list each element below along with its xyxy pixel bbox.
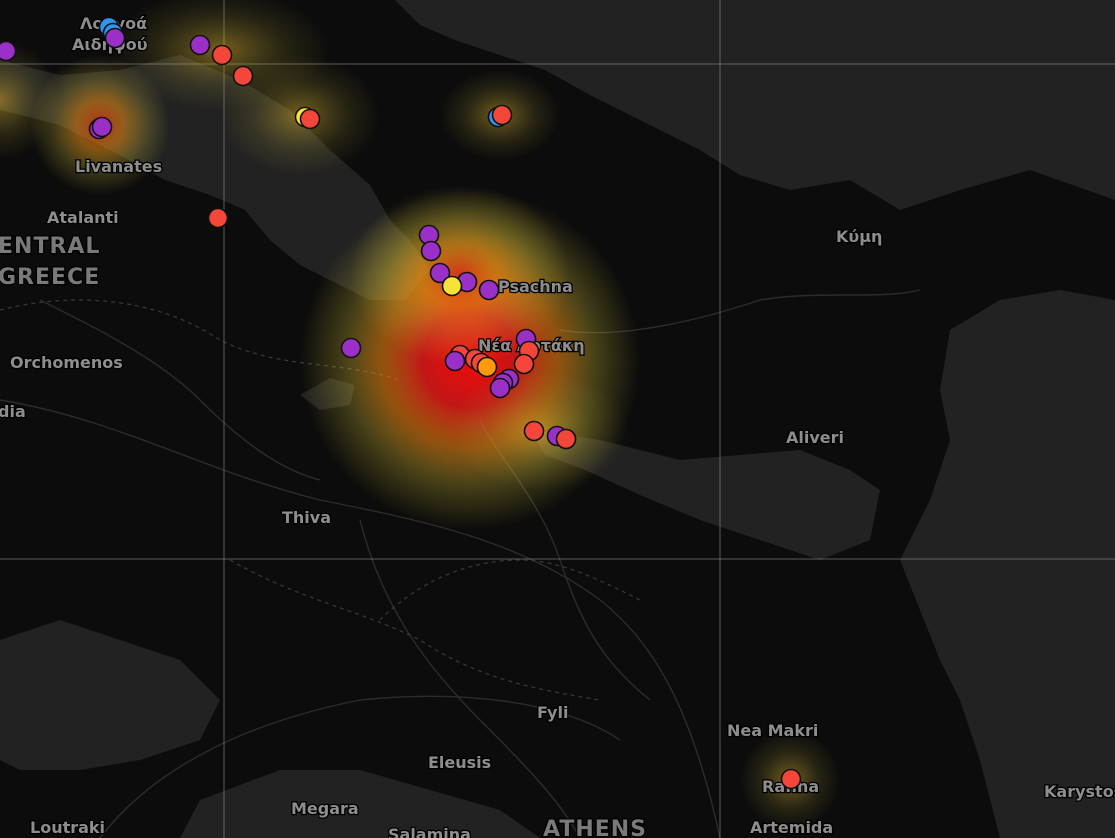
label-atalanti: Atalanti: [47, 208, 119, 227]
event-marker-purple[interactable]: [0, 40, 17, 62]
label-livanates: Livanates: [75, 157, 162, 176]
event-marker-purple[interactable]: [489, 377, 511, 399]
label-orchomenos: Orchomenos: [10, 353, 123, 372]
label-kymi: Κύμη: [836, 227, 882, 246]
label-fyli: Fyli: [537, 703, 568, 722]
event-marker-red[interactable]: [211, 44, 233, 66]
map-view[interactable]: Λογγοά Αιδηψού Livanates Atalanti ENTRAL…: [0, 0, 1115, 838]
label-eleusis: Eleusis: [428, 753, 491, 772]
event-marker-purple[interactable]: [104, 27, 126, 49]
event-marker-orange[interactable]: [476, 356, 498, 378]
event-marker-purple[interactable]: [478, 279, 500, 301]
event-marker-red[interactable]: [207, 207, 229, 229]
label-nea-makri: Nea Makri: [727, 721, 818, 740]
event-marker-purple[interactable]: [91, 116, 113, 138]
label-loutraki: Loutraki: [30, 818, 105, 837]
event-marker-purple[interactable]: [189, 34, 211, 56]
label-region-central: ENTRAL: [0, 234, 100, 259]
label-salamina: Salamina: [388, 825, 471, 838]
label-aliveri: Aliveri: [786, 428, 844, 447]
event-marker-purple[interactable]: [444, 350, 466, 372]
label-dia: dia: [0, 402, 26, 421]
event-marker-red[interactable]: [299, 108, 321, 130]
event-marker-red[interactable]: [555, 428, 577, 450]
label-athens: ATHENS: [543, 817, 647, 838]
label-region-greece: GREECE: [0, 265, 100, 290]
label-megara: Megara: [291, 799, 359, 818]
event-marker-red[interactable]: [491, 104, 513, 126]
label-psachna: Psachna: [498, 277, 573, 296]
label-thiva: Thiva: [282, 508, 331, 527]
event-marker-red[interactable]: [523, 420, 545, 442]
event-marker-purple[interactable]: [420, 240, 442, 262]
event-marker-purple[interactable]: [340, 337, 362, 359]
event-marker-red[interactable]: [232, 65, 254, 87]
event-marker-yellow[interactable]: [441, 275, 463, 297]
label-karystos: Karystos: [1044, 782, 1115, 801]
map-canvas[interactable]: Λογγοά Αιδηψού Livanates Atalanti ENTRAL…: [0, 0, 1115, 838]
event-marker-red[interactable]: [780, 768, 802, 790]
event-marker-red[interactable]: [513, 353, 535, 375]
label-artemida: Artemida: [750, 818, 833, 837]
